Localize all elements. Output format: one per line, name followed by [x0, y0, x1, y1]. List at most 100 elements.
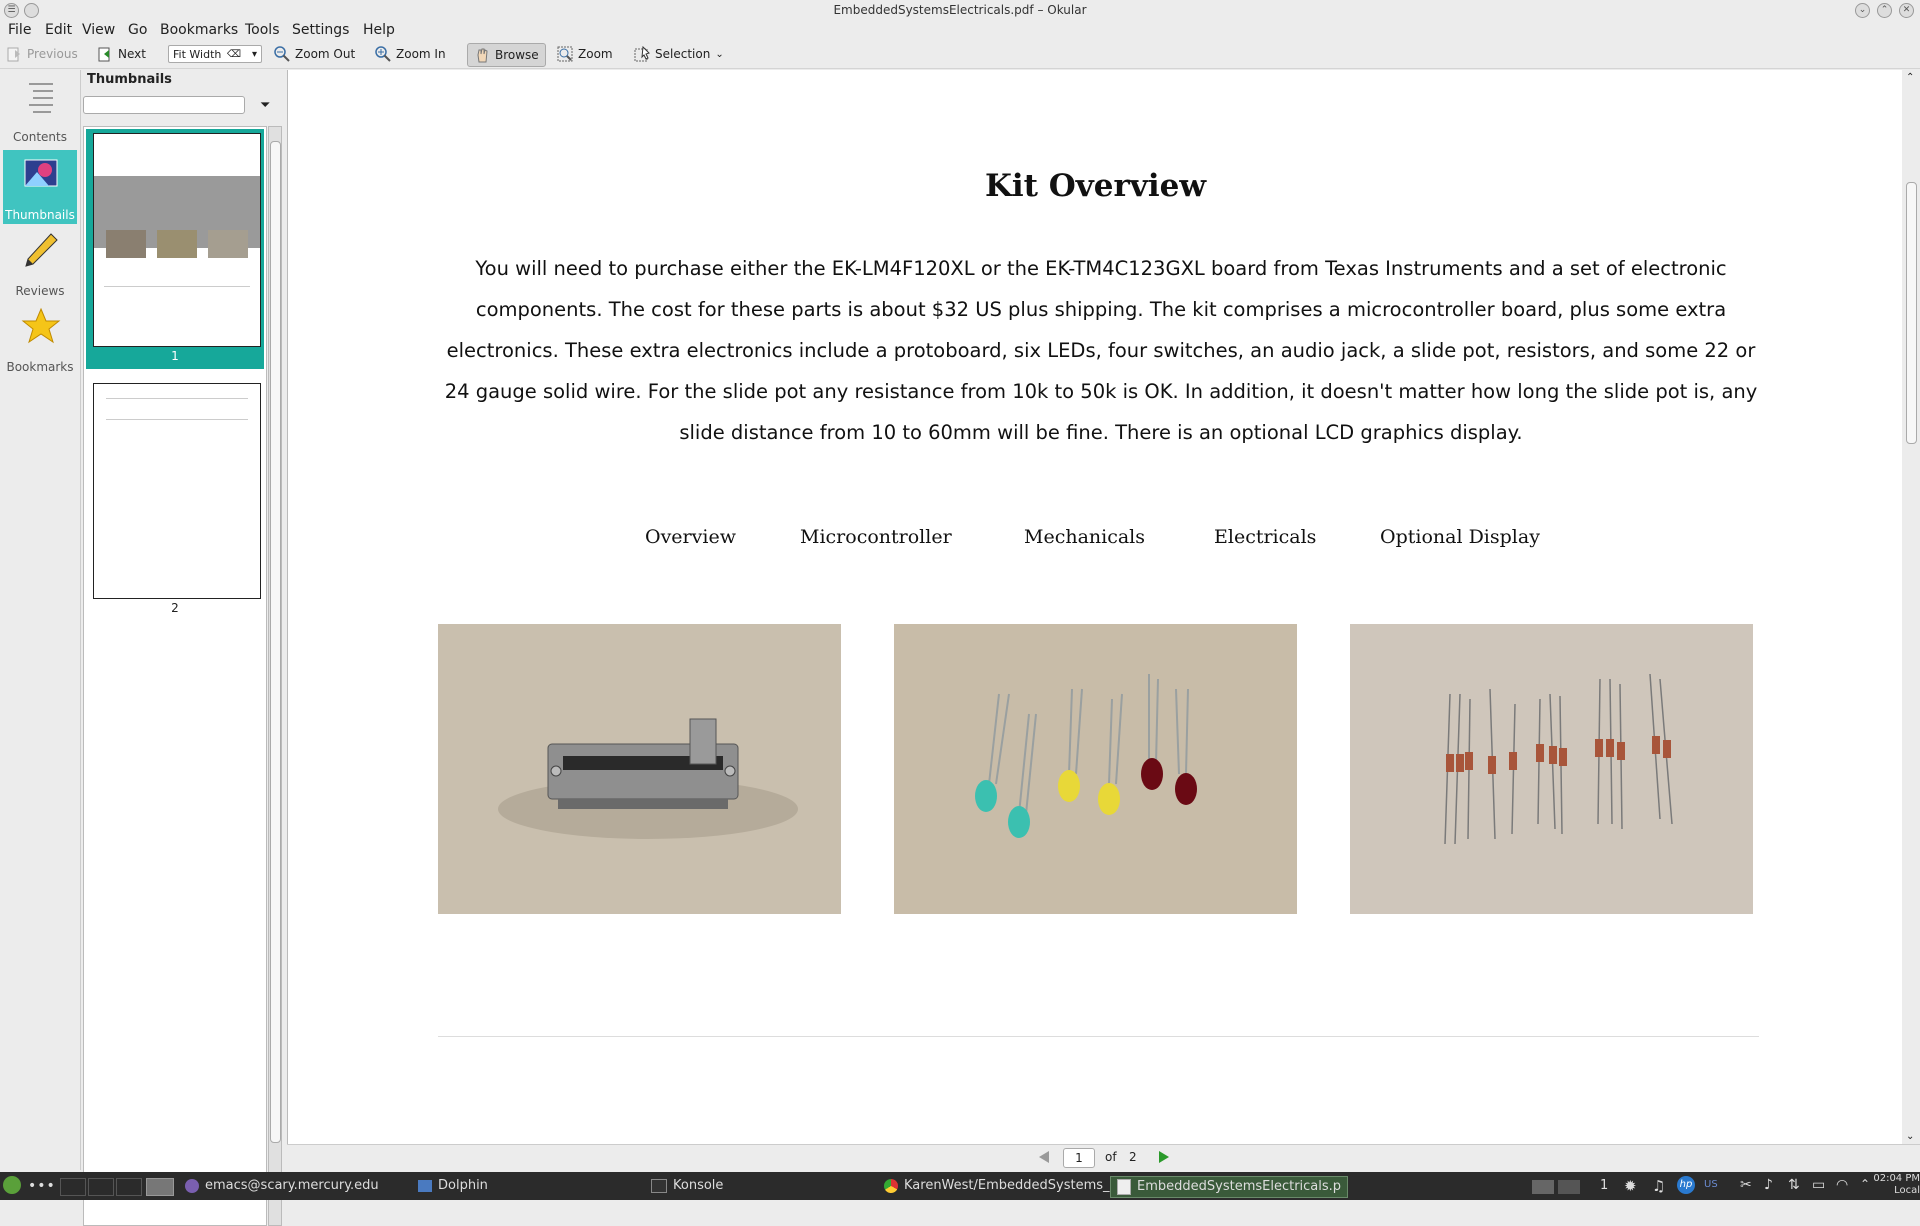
task-emacs[interactable]: emacs@scary.mercury.edu: [185, 1176, 379, 1196]
page-divider: [438, 1036, 1759, 1037]
window-thumb-icon[interactable]: [1558, 1180, 1580, 1194]
pager-desktop-3[interactable]: [116, 1178, 142, 1196]
thumbnails-icon: [24, 159, 58, 187]
task-label: emacs@scary.mercury.edu: [205, 1178, 379, 1193]
menu-help[interactable]: Help: [363, 22, 395, 38]
pager-desktop-1[interactable]: [60, 1178, 86, 1196]
prev-page-arrow-icon[interactable]: [1037, 1149, 1051, 1169]
leds-photo: [894, 624, 1297, 914]
next-label: Next: [118, 47, 146, 61]
selection-button[interactable]: Selection ⌄: [634, 43, 724, 65]
task-dolphin[interactable]: Dolphin: [418, 1176, 488, 1196]
pager-desktop-4[interactable]: [146, 1178, 174, 1196]
window-title: EmbeddedSystemsElectricals.pdf – Okular: [833, 3, 1087, 17]
menu-settings[interactable]: Settings: [292, 22, 349, 38]
page-of-label: of: [1105, 1150, 1117, 1164]
tools-icon[interactable]: ✂: [1740, 1177, 1752, 1193]
sidebar-item-bookmarks[interactable]: Bookmarks: [3, 302, 77, 376]
nav-link-optional-display[interactable]: Optional Display: [1380, 526, 1540, 548]
thumbnail-line: [106, 398, 248, 420]
pager-desktop-2[interactable]: [88, 1178, 114, 1196]
start-menu-icon[interactable]: [3, 1176, 21, 1194]
maximize-icon[interactable]: ⌃: [1877, 3, 1892, 18]
slide-pot-photo: [438, 624, 841, 914]
chevron-down-icon[interactable]: ▾: [252, 46, 257, 64]
music-icon[interactable]: ♫: [1652, 1177, 1665, 1195]
menu-go[interactable]: Go: [128, 22, 147, 38]
volume-icon[interactable]: ♪: [1764, 1177, 1773, 1193]
menu-edit[interactable]: Edit: [45, 22, 72, 38]
resistors-photo: [1350, 624, 1753, 914]
scroll-down-icon[interactable]: ⌄: [1906, 1131, 1914, 1142]
next-page-icon: [97, 46, 113, 62]
zoom-in-icon: [375, 46, 391, 62]
thumbnail-search-input[interactable]: [83, 96, 245, 114]
okular-icon: [1117, 1179, 1131, 1195]
network-icon[interactable]: ⇅: [1788, 1177, 1800, 1193]
browse-label: Browse: [495, 48, 539, 62]
bug-icon[interactable]: ✹: [1624, 1177, 1637, 1195]
task-browser[interactable]: KarenWest/EmbeddedSystems_: [884, 1176, 1110, 1196]
clock-time: 02:04 PM: [1873, 1173, 1920, 1184]
menu-tools[interactable]: Tools: [245, 22, 280, 38]
window-thumb-icon[interactable]: [1532, 1180, 1554, 1194]
previous-label: Previous: [27, 47, 78, 61]
minimize-icon[interactable]: ⌄: [1855, 3, 1870, 18]
menu-bookmarks[interactable]: Bookmarks: [160, 22, 238, 38]
thumbnail-image: [208, 230, 248, 258]
clock-timezone: Local: [1894, 1185, 1920, 1196]
filter-icon[interactable]: ⏷: [260, 98, 270, 113]
clock[interactable]: 02:04 PM Local: [1872, 1173, 1920, 1197]
sidebar-item-label: Bookmarks: [6, 360, 74, 374]
thumbnail-line: [104, 286, 250, 287]
side-panel-selector: Contents Thumbnails Reviews Bookmarks: [0, 70, 81, 1170]
taskbar: ••• emacs@scary.mercury.edu Dolphin Kons…: [0, 1172, 1920, 1200]
zoom-in-button[interactable]: Zoom In: [375, 43, 446, 65]
thumbnail-scrollbar[interactable]: [268, 126, 282, 1226]
terminal-icon: [651, 1179, 667, 1193]
scroll-up-icon[interactable]: ⌃: [1906, 72, 1914, 83]
pencil-icon: [25, 233, 58, 267]
nav-link-overview[interactable]: Overview: [645, 526, 736, 548]
wifi-icon[interactable]: ◠: [1836, 1177, 1848, 1193]
next-button[interactable]: Next: [97, 43, 146, 65]
task-konsole[interactable]: Konsole: [651, 1176, 723, 1196]
thumbnail-page-2[interactable]: [93, 383, 261, 599]
zoom-out-button[interactable]: Zoom Out: [274, 43, 355, 65]
sidebar-item-contents[interactable]: Contents: [3, 72, 77, 146]
nav-link-electricals[interactable]: Electricals: [1214, 526, 1316, 548]
scroll-handle[interactable]: [270, 141, 281, 1143]
devices-icon[interactable]: ▭: [1812, 1177, 1825, 1193]
document-view[interactable]: Kit Overview You will need to purchase e…: [287, 70, 1903, 1144]
zoom-out-icon: [274, 46, 290, 62]
zoom-tool-button[interactable]: Zoom: [557, 43, 613, 65]
document-scrollbar[interactable]: ⌃ ⌄: [1902, 70, 1920, 1144]
printer-status-icon[interactable]: hp: [1677, 1176, 1695, 1194]
nav-link-mechanicals[interactable]: Mechanicals: [1024, 526, 1145, 548]
keyboard-layout-icon[interactable]: US: [1704, 1179, 1718, 1190]
task-okular[interactable]: EmbeddedSystemsElectricals.p: [1110, 1176, 1349, 1198]
scroll-handle[interactable]: [1906, 182, 1917, 444]
thumbnail-number: 1: [171, 349, 179, 363]
workspace-number[interactable]: 1: [1600, 1178, 1608, 1193]
zoom-mode-select[interactable]: Fit Width ⌫ ▾: [168, 45, 262, 63]
close-icon[interactable]: ✕: [1899, 3, 1914, 18]
sidebar-item-thumbnails[interactable]: Thumbnails: [3, 150, 77, 224]
menu-view[interactable]: View: [82, 22, 115, 38]
clear-icon[interactable]: ⌫: [227, 46, 241, 64]
previous-button[interactable]: Previous: [6, 43, 78, 65]
expand-tray-icon[interactable]: ⌃: [1860, 1177, 1870, 1191]
selection-label: Selection: [655, 47, 711, 61]
sidebar-item-reviews[interactable]: Reviews: [3, 226, 77, 300]
folder-icon: [418, 1180, 432, 1192]
browse-button[interactable]: Browse: [467, 43, 546, 67]
thumbnails-header: Thumbnails: [87, 72, 172, 87]
thumbnail-number: 2: [171, 601, 179, 615]
chevron-down-icon[interactable]: ⌄: [715, 49, 723, 60]
page-number-input[interactable]: 1: [1063, 1148, 1095, 1168]
more-icon[interactable]: •••: [28, 1178, 56, 1194]
next-page-arrow-icon[interactable]: [1157, 1149, 1171, 1169]
menu-file[interactable]: File: [8, 22, 31, 38]
thumbnail-page-1[interactable]: [93, 133, 261, 347]
nav-link-microcontroller[interactable]: Microcontroller: [800, 526, 952, 548]
